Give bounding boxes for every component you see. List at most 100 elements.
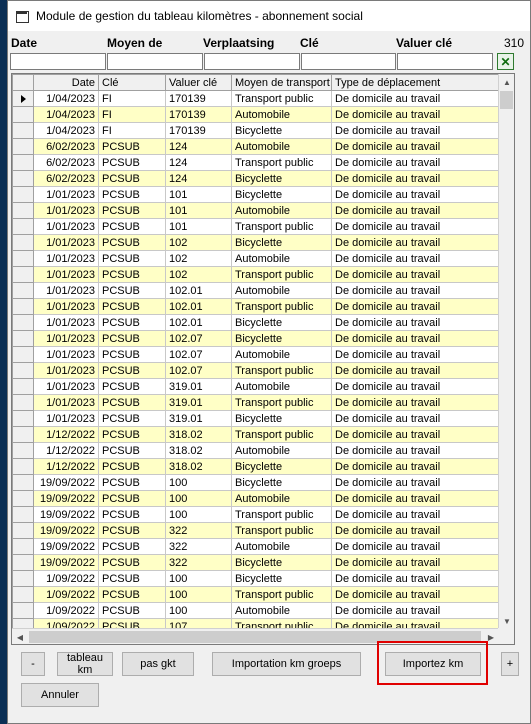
cell-cle[interactable]: PCSUB (98, 250, 166, 267)
table-row[interactable]: 1/09/2022 PCSUB 100 Transport public De domi… (12, 586, 500, 603)
table-row[interactable]: 1/12/2022 PCSUB 318.02 Automobile De domicil… (12, 442, 500, 459)
cell-moyen-transport[interactable]: Transport public (231, 426, 332, 443)
filter-moyen-input[interactable] (107, 53, 203, 70)
cell-valuer-cle[interactable]: 170139 (165, 122, 232, 139)
cell-type-deplacement[interactable]: De domicile au travail (331, 346, 500, 363)
cell-valuer-cle[interactable]: 102.07 (165, 346, 232, 363)
cell-date[interactable]: 19/09/2022 (33, 522, 99, 539)
row-selector[interactable] (12, 426, 34, 443)
table-row[interactable]: 6/02/2023 PCSUB 124 Transport public De domi… (12, 154, 500, 171)
cell-moyen-transport[interactable]: Bicyclette (231, 234, 332, 251)
cell-date[interactable]: 1/01/2023 (33, 378, 99, 395)
scroll-up-arrow-icon[interactable]: ▲ (499, 74, 514, 90)
table-row[interactable]: 1/01/2023 PCSUB 101 Automobile De domicile a… (12, 202, 500, 219)
importation-km-groeps-button[interactable]: Importation km groeps (212, 652, 361, 676)
cell-cle[interactable]: PCSUB (98, 586, 166, 603)
cell-type-deplacement[interactable]: De domicile au travail (331, 458, 500, 475)
cell-cle[interactable]: PCSUB (98, 282, 166, 299)
table-row[interactable]: 1/01/2023 PCSUB 319.01 Transport public De d… (12, 394, 500, 411)
filter-valuer-cle-input[interactable] (397, 53, 493, 70)
cell-moyen-transport[interactable]: Transport public (231, 218, 332, 235)
cell-valuer-cle[interactable]: 100 (165, 474, 232, 491)
cell-type-deplacement[interactable]: De domicile au travail (331, 538, 500, 555)
cell-type-deplacement[interactable]: De domicile au travail (331, 506, 500, 523)
table-row[interactable]: 19/09/2022 PCSUB 322 Transport public De dom… (12, 522, 500, 539)
table-row[interactable]: 19/09/2022 PCSUB 322 Automobile De domicile … (12, 538, 500, 555)
cell-date[interactable]: 1/04/2023 (33, 122, 99, 139)
row-selector[interactable] (12, 234, 34, 251)
clear-filter-button[interactable]: ✕ (497, 53, 514, 70)
cell-type-deplacement[interactable]: De domicile au travail (331, 522, 500, 539)
column-header-cle[interactable]: Clé (98, 74, 166, 91)
row-selector[interactable] (12, 298, 34, 315)
cell-type-deplacement[interactable]: De domicile au travail (331, 394, 500, 411)
cell-valuer-cle[interactable]: 102 (165, 266, 232, 283)
table-row[interactable]: 1/04/2023 FI 170139 Automobile De domicile a… (12, 106, 500, 123)
tableau-km-button[interactable]: tableau km (57, 652, 113, 676)
row-selector[interactable] (12, 90, 34, 107)
cell-type-deplacement[interactable]: De domicile au travail (331, 138, 500, 155)
row-selector[interactable] (12, 138, 34, 155)
cell-cle[interactable]: PCSUB (98, 362, 166, 379)
cell-valuer-cle[interactable]: 322 (165, 522, 232, 539)
cell-cle[interactable]: PCSUB (98, 202, 166, 219)
cell-cle[interactable]: PCSUB (98, 138, 166, 155)
cell-valuer-cle[interactable]: 102.07 (165, 362, 232, 379)
cell-moyen-transport[interactable]: Automobile (231, 346, 332, 363)
column-header-valuer-cle[interactable]: Valuer clé (165, 74, 232, 91)
cell-valuer-cle[interactable]: 102 (165, 250, 232, 267)
cell-moyen-transport[interactable]: Bicyclette (231, 458, 332, 475)
cell-valuer-cle[interactable]: 100 (165, 506, 232, 523)
cell-valuer-cle[interactable]: 100 (165, 570, 232, 587)
row-selector[interactable] (12, 202, 34, 219)
table-row[interactable]: 1/01/2023 PCSUB 319.01 Automobile De domicil… (12, 378, 500, 395)
cell-type-deplacement[interactable]: De domicile au travail (331, 170, 500, 187)
cell-valuer-cle[interactable]: 101 (165, 186, 232, 203)
cell-valuer-cle[interactable]: 322 (165, 538, 232, 555)
cell-type-deplacement[interactable]: De domicile au travail (331, 442, 500, 459)
cell-cle[interactable]: PCSUB (98, 314, 166, 331)
row-selector[interactable] (12, 266, 34, 283)
cell-cle[interactable]: PCSUB (98, 426, 166, 443)
cell-date[interactable]: 1/09/2022 (33, 602, 99, 619)
cell-type-deplacement[interactable]: De domicile au travail (331, 378, 500, 395)
scroll-left-arrow-icon[interactable]: ◀ (12, 629, 28, 644)
row-selector[interactable] (12, 154, 34, 171)
cell-cle[interactable]: PCSUB (98, 570, 166, 587)
data-grid[interactable]: Date Clé Valuer clé Moyen de transport T… (11, 73, 515, 645)
row-selector[interactable] (12, 218, 34, 235)
cell-cle[interactable]: PCSUB (98, 330, 166, 347)
cell-moyen-transport[interactable]: Bicyclette (231, 410, 332, 427)
cell-date[interactable]: 1/01/2023 (33, 250, 99, 267)
row-selector[interactable] (12, 410, 34, 427)
row-selector[interactable] (12, 570, 34, 587)
cell-type-deplacement[interactable]: De domicile au travail (331, 570, 500, 587)
cell-cle[interactable]: PCSUB (98, 298, 166, 315)
cell-valuer-cle[interactable]: 100 (165, 490, 232, 507)
table-row[interactable]: 19/09/2022 PCSUB 100 Bicyclette De domicile … (12, 474, 500, 491)
row-selector[interactable] (12, 538, 34, 555)
table-row[interactable]: 19/09/2022 PCSUB 322 Bicyclette De domicile … (12, 554, 500, 571)
cell-moyen-transport[interactable]: Automobile (231, 106, 332, 123)
table-row[interactable]: 1/04/2023 FI 170139 Transport public De domi… (12, 90, 500, 107)
cell-type-deplacement[interactable]: De domicile au travail (331, 362, 500, 379)
cell-cle[interactable]: PCSUB (98, 378, 166, 395)
cell-type-deplacement[interactable]: De domicile au travail (331, 410, 500, 427)
cell-date[interactable]: 1/09/2022 (33, 570, 99, 587)
cell-type-deplacement[interactable]: De domicile au travail (331, 202, 500, 219)
cell-cle[interactable]: PCSUB (98, 410, 166, 427)
cell-cle[interactable]: PCSUB (98, 170, 166, 187)
column-header-type-deplacement[interactable]: Type de déplacement (331, 74, 500, 91)
cell-date[interactable]: 1/04/2023 (33, 90, 99, 107)
table-row[interactable]: 6/02/2023 PCSUB 124 Bicyclette De domicile a… (12, 170, 500, 187)
cell-date[interactable]: 6/02/2023 (33, 170, 99, 187)
cell-date[interactable]: 1/01/2023 (33, 202, 99, 219)
cell-cle[interactable]: PCSUB (98, 218, 166, 235)
cell-date[interactable]: 1/01/2023 (33, 186, 99, 203)
column-header-moyen-transport[interactable]: Moyen de transport (231, 74, 332, 91)
row-selector[interactable] (12, 170, 34, 187)
table-row[interactable]: 1/12/2022 PCSUB 318.02 Bicyclette De domicil… (12, 458, 500, 475)
cell-type-deplacement[interactable]: De domicile au travail (331, 490, 500, 507)
cell-moyen-transport[interactable]: Bicyclette (231, 170, 332, 187)
table-row[interactable]: 1/09/2022 PCSUB 100 Bicyclette De domicile a… (12, 570, 500, 587)
